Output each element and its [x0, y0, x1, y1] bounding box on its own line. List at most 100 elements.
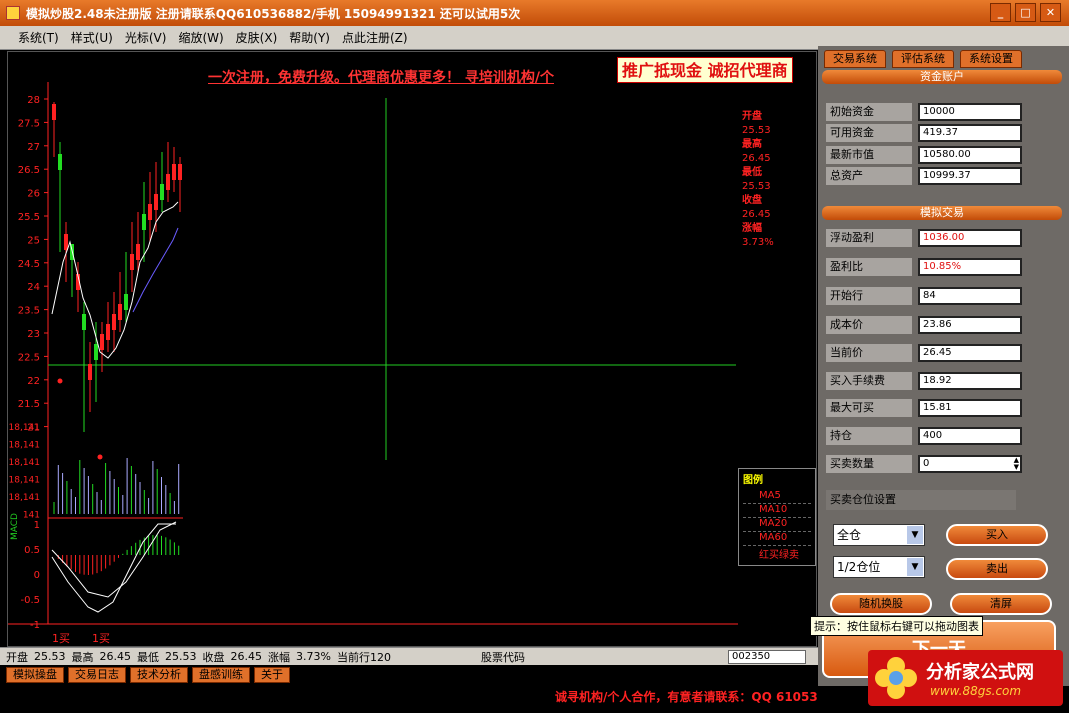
- window-title: 模拟炒股2.48未注册版 注册请联系QQ610536882/手机 1509499…: [26, 6, 521, 21]
- market-value-field[interactable]: 10580.00: [918, 146, 1022, 164]
- trade-row: 成本价 23.86: [826, 315, 1062, 335]
- profit-ratio-field[interactable]: 10.85%: [918, 258, 1022, 276]
- change-label: 涨幅: [742, 223, 762, 234]
- clear-screen-button[interactable]: 清屏: [950, 593, 1052, 615]
- menu-system[interactable]: 系统(T): [18, 29, 59, 46]
- qty-stepper[interactable]: 0 ▲ ▼: [918, 455, 1022, 473]
- volume-tick-label: 18,141: [9, 423, 41, 433]
- menu-cursor[interactable]: 光标(V): [125, 29, 167, 46]
- trade-row: 当前价 26.45: [826, 343, 1062, 363]
- candle-body: [142, 214, 146, 230]
- account-row: 初始资金 10000: [826, 102, 1062, 122]
- menu-style[interactable]: 样式(U): [71, 29, 113, 46]
- trade-key: 当前价: [826, 344, 912, 362]
- tab-trade-system[interactable]: 交易系统: [824, 50, 886, 68]
- price-tick-label: 26: [27, 189, 40, 200]
- info-change-label: 涨幅: [268, 650, 290, 664]
- macd-tick-label: -0.5: [20, 595, 40, 606]
- high-value: 26.45: [742, 153, 771, 164]
- total-assets-field[interactable]: 10999.37: [918, 167, 1022, 185]
- initial-capital-field[interactable]: 10000: [918, 103, 1022, 121]
- tab-trade-log[interactable]: 交易日志: [68, 667, 126, 683]
- buy-button[interactable]: 买入: [946, 524, 1048, 546]
- trade-key: 成本价: [826, 316, 912, 334]
- maximize-button[interactable]: □: [1015, 3, 1036, 22]
- available-funds-field[interactable]: 419.37: [918, 124, 1022, 142]
- price-info-bar: 开盘 25.53 最高 26.45 最低 25.53 收盘 26.45 涨幅 3…: [0, 647, 818, 665]
- info-low-label: 最低: [137, 650, 159, 664]
- low-value: 25.53: [742, 181, 771, 192]
- tab-evaluation-system[interactable]: 评估系统: [892, 50, 954, 68]
- menu-zoom[interactable]: 缩放(W): [178, 29, 223, 46]
- tab-simulated-trading[interactable]: 模拟操盘: [6, 667, 64, 683]
- volume-tick-label: 141: [23, 511, 40, 521]
- price-tick-label: 26.5: [18, 165, 40, 176]
- max-buy-field[interactable]: 15.81: [918, 399, 1022, 417]
- sell-button[interactable]: 卖出: [946, 558, 1048, 580]
- info-low: 25.53: [165, 650, 197, 663]
- trade-row: 开始行 84: [826, 286, 1062, 306]
- floating-profit-field[interactable]: 1036.00: [918, 229, 1022, 247]
- candle-body: [166, 174, 170, 190]
- close-button[interactable]: ✕: [1040, 3, 1061, 22]
- chevron-down-icon[interactable]: ▼: [907, 558, 923, 576]
- tab-about[interactable]: 关于: [254, 667, 290, 683]
- menu-skin[interactable]: 皮肤(X): [236, 29, 278, 46]
- candle-body: [118, 304, 122, 320]
- candle-body: [124, 294, 128, 310]
- price-tick-label: 27.5: [18, 118, 40, 129]
- logo-name: 分析家公式网: [926, 662, 1034, 683]
- x-mark-1: 1买: [52, 632, 70, 645]
- legend-ma60: MA60: [743, 532, 811, 546]
- position-select-full[interactable]: 全仓 ▼: [833, 524, 925, 546]
- price-tick-label: 28: [27, 95, 40, 106]
- candle-body: [178, 164, 182, 180]
- cost-price-field[interactable]: 23.86: [918, 316, 1022, 334]
- macd-tick-label: 0: [34, 570, 40, 581]
- kline-chart[interactable]: 一次注册，免费升级。代理商优惠更多！ 寻培训机构/个 推广抵现金 诚招代理商 2…: [7, 51, 817, 647]
- volume-tick-label: 18,141: [9, 441, 41, 451]
- info-close: 26.45: [230, 650, 263, 663]
- candle-body: [160, 184, 164, 200]
- spin-arrows-icon[interactable]: ▲ ▼: [1014, 457, 1019, 471]
- menu-help[interactable]: 帮助(Y): [289, 29, 330, 46]
- menu-register[interactable]: 点此注册(Z): [342, 29, 408, 46]
- candle-body: [52, 104, 56, 120]
- info-open-label: 开盘: [6, 650, 28, 664]
- candle-body: [100, 334, 104, 350]
- legend-title: 图例: [743, 475, 763, 486]
- info-high-label: 最高: [71, 650, 94, 664]
- price-tick-label: 22: [27, 376, 40, 387]
- buy-fee-field[interactable]: 18.92: [918, 372, 1022, 390]
- trade-section-title: 模拟交易: [822, 206, 1062, 220]
- volume-tick-label: 18,141: [9, 458, 41, 468]
- current-price-field[interactable]: 26.45: [918, 344, 1022, 362]
- trade-row: 买入手续费 18.92: [826, 371, 1062, 391]
- open-value: 25.53: [742, 125, 771, 136]
- close-label: 收盘: [742, 195, 762, 206]
- position-select-full-value: 全仓: [837, 528, 862, 542]
- minimize-button[interactable]: _: [990, 3, 1011, 22]
- chart-canvas: 28 27.5 27 26.5 26 25.5 25 24.5 24 23.5 23 22.5 22 21…: [8, 82, 738, 631]
- random-stock-button[interactable]: 随机换股: [830, 593, 932, 615]
- tab-technical-analysis[interactable]: 技术分析: [130, 667, 188, 683]
- tab-feel-training[interactable]: 盘感训练: [192, 667, 250, 683]
- position-select-half[interactable]: 1/2仓位 ▼: [833, 556, 925, 578]
- info-change: 3.73%: [296, 650, 331, 663]
- tab-system-settings[interactable]: 系统设置: [960, 50, 1022, 68]
- position-field[interactable]: 400: [918, 427, 1022, 445]
- price-axis: 28 27.5 27 26.5 26 25.5 25 24.5 24 23.5 23 22.5 22 21…: [9, 95, 48, 631]
- volume-bars: [53, 458, 180, 514]
- account-key: 初始资金: [826, 103, 912, 121]
- candle-body: [112, 314, 116, 330]
- start-row-field[interactable]: 84: [918, 287, 1022, 305]
- chevron-down-icon[interactable]: ▼: [907, 526, 923, 544]
- ma5-line: [51, 201, 179, 359]
- stock-code-input[interactable]: 002350: [728, 650, 806, 664]
- trade-row: 盈利比 10.85%: [826, 257, 1062, 277]
- volume-tick-label: 18,141: [9, 493, 41, 503]
- ohlc-readout: 开盘 25.53 最高 26.45 最低 25.53 收盘 26.45 涨幅 3…: [742, 110, 774, 250]
- high-label: 最高: [742, 139, 762, 150]
- candle-body: [58, 154, 62, 170]
- bottom-tabs: 模拟操盘 交易日志 技术分析 盘感训练 关于: [0, 665, 818, 685]
